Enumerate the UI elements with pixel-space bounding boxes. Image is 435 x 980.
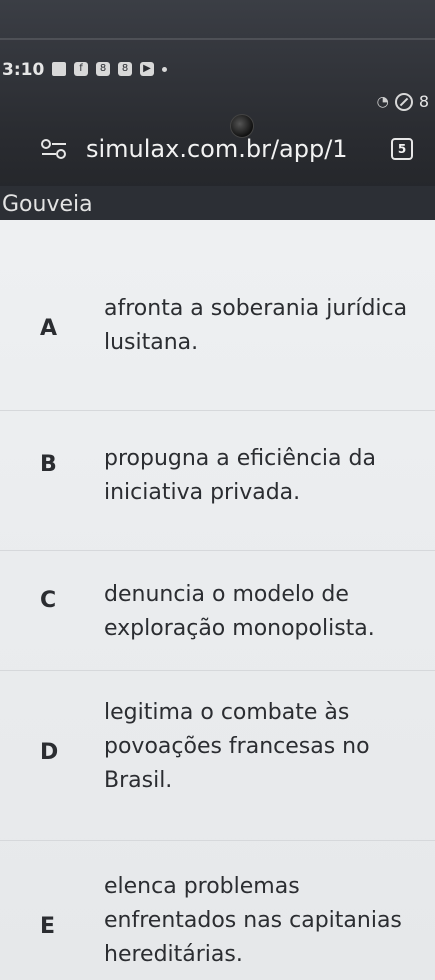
option-text: legitima o combate às povoações francesa… (104, 700, 370, 793)
header-name: Gouveia (2, 192, 93, 217)
option-text: elenca problemas enfrentados nas capitan… (104, 874, 402, 967)
option-text: afronta a soberania jurídica lusitana. (104, 296, 408, 355)
answer-options: A afronta a soberania jurídica lusitana.… (0, 220, 435, 980)
bezel-line (0, 38, 435, 40)
notification-dot-icon (162, 66, 167, 72)
url-bar[interactable]: simulax.com.br/app/1 5 (0, 128, 435, 172)
option-divider (0, 840, 435, 841)
tab-switcher-button[interactable]: 5 (391, 138, 413, 160)
facebook-icon: f (74, 62, 88, 76)
option-divider (0, 550, 435, 551)
do-not-disturb-icon (394, 92, 413, 111)
status-icons: f 8 8 ▶ (52, 62, 167, 76)
chat-icon (52, 62, 66, 76)
option-letter: D (40, 740, 59, 765)
option-letter: E (40, 914, 56, 939)
status-right: ◔ 8 (377, 92, 429, 111)
status-bar: 3:10 f 8 8 ▶ ◔ 8 (0, 52, 435, 138)
option-text: propugna a eficiência da iniciativa priv… (104, 446, 376, 505)
app-icon: 8 (118, 62, 132, 76)
option-text: denuncia o modelo de exploração monopoli… (104, 582, 375, 641)
option-divider (0, 410, 435, 411)
battery-level: 8 (418, 92, 429, 111)
page-header: Gouveia (0, 186, 435, 220)
app-icon: 8 (96, 62, 110, 76)
url-text[interactable]: simulax.com.br/app/1 (86, 135, 348, 163)
option-divider (0, 670, 435, 671)
option-letter: A (40, 316, 58, 341)
wifi-icon: ◔ (376, 93, 389, 110)
option-letter: B (40, 452, 57, 477)
option-letter: C (40, 588, 57, 613)
status-time: 3:10 (2, 60, 45, 80)
phone-top-area: 3:10 f 8 8 ▶ ◔ 8 simulax.com.br/app/1 5 … (0, 0, 435, 220)
youtube-icon: ▶ (140, 62, 154, 76)
site-settings-icon[interactable] (40, 138, 68, 160)
